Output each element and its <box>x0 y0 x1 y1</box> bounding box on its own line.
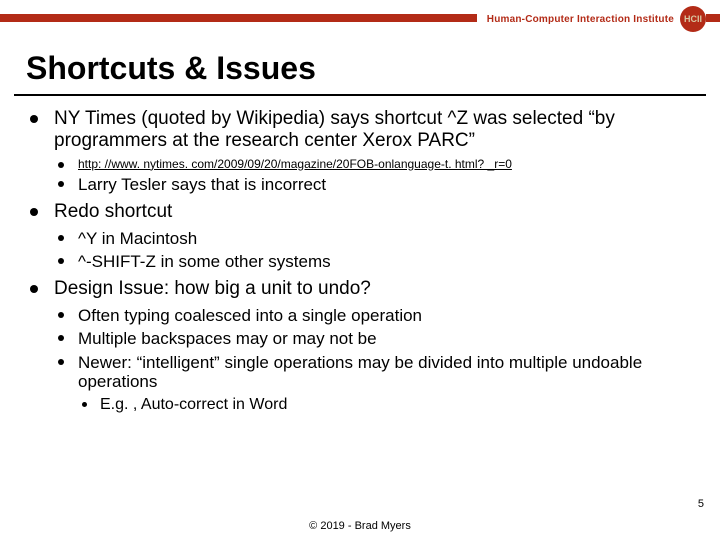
sub-bullet-link: http: //www. nytimes. com/2009/09/20/mag… <box>54 158 694 172</box>
nytimes-link[interactable]: http: //www. nytimes. com/2009/09/20/mag… <box>78 157 512 171</box>
bullet-text: Redo shortcut <box>54 201 172 222</box>
sub-bullet-typing: Often typing coalesced into a single ope… <box>54 306 694 326</box>
slide-body: NY Times (quoted by Wikipedia) says shor… <box>26 108 694 420</box>
bullet-text: NY Times (quoted by Wikipedia) says shor… <box>54 108 615 151</box>
sub-bullet-tesler: Larry Tesler says that is incorrect <box>54 175 694 195</box>
sub-bullet-backspace: Multiple backspaces may or may not be <box>54 329 694 349</box>
page-number: 5 <box>698 498 704 510</box>
sub-bullet-other: ^-SHIFT-Z in some other systems <box>54 252 694 272</box>
bullet-text: Design Issue: how big a unit to undo? <box>54 278 371 299</box>
bullet-design-issue: Design Issue: how big a unit to undo? Of… <box>26 278 694 414</box>
bullet-redo: Redo shortcut ^Y in Macintosh ^-SHIFT-Z … <box>26 201 694 272</box>
slide-title: Shortcuts & Issues <box>26 50 316 87</box>
sub-bullet-text: Newer: “intelligent” single operations m… <box>78 353 642 392</box>
hcii-logo-area: Human-Computer Interaction Institute HCI… <box>477 6 706 32</box>
hcii-logo-icon: HCII <box>680 6 706 32</box>
bullet-nytimes: NY Times (quoted by Wikipedia) says shor… <box>26 108 694 195</box>
sub-bullet-intelligent: Newer: “intelligent” single operations m… <box>54 353 694 414</box>
title-underline <box>14 94 706 96</box>
institute-label: Human-Computer Interaction Institute <box>487 14 674 25</box>
sub-bullet-mac: ^Y in Macintosh <box>54 229 694 249</box>
subsub-bullet-autocorrect: E.g. , Auto-correct in Word <box>78 396 694 414</box>
copyright-label: © 2019 - Brad Myers <box>0 520 720 532</box>
